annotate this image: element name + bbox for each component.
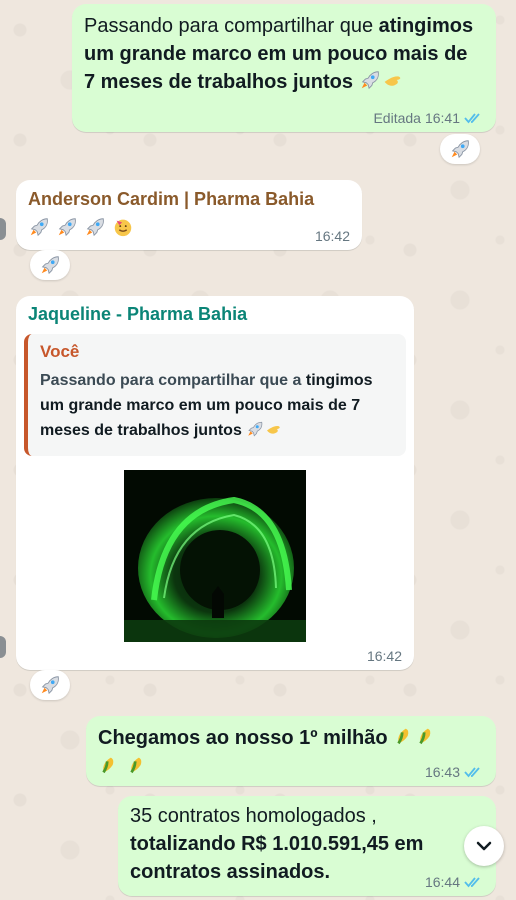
- rocket-icon: [41, 676, 59, 695]
- quote-text: Passando para compartilhar que a tingimo…: [40, 368, 394, 443]
- pinching-hand-icon: [267, 426, 281, 434]
- message-line-1: 35 contratos homologados ,: [130, 805, 377, 827]
- sender-name: Anderson Cardim | Pharma Bahia: [28, 189, 315, 209]
- emoji-row: [28, 216, 134, 238]
- message-meta: 16:43: [425, 764, 484, 780]
- quote-author: Você: [40, 342, 80, 361]
- reaction-badge[interactable]: [30, 250, 70, 280]
- message-meta: 16:42: [315, 228, 350, 244]
- message-text: Passando para compartilhar que atingimos…: [84, 12, 484, 96]
- rocket-icon: [41, 256, 59, 275]
- message-time: 16:42: [366, 648, 402, 664]
- rocket-icon: [451, 140, 469, 159]
- message-meta: 16:42: [367, 648, 402, 664]
- corn-icon: [130, 757, 142, 774]
- message-text: Chegamos ao nosso 1º milhão: [98, 724, 488, 752]
- reaction-badge[interactable]: [30, 670, 70, 700]
- sender-name: Jaqueline - Pharma Bahia: [28, 304, 248, 324]
- message-bubble-outgoing-3[interactable]: 35 contratos homologados , totalizando R…: [118, 796, 496, 896]
- rocket-icon: [30, 218, 48, 237]
- rocket-icon: [86, 218, 104, 237]
- message-meta: 16:44: [425, 874, 484, 890]
- message-bubble-incoming-2[interactable]: Jaqueline - Pharma Bahia Você Passando p…: [16, 296, 414, 670]
- scroll-indicator: [0, 636, 6, 658]
- double-check-icon: [464, 877, 480, 888]
- corn-icon: [102, 757, 114, 774]
- double-check-icon: [464, 113, 480, 124]
- scroll-indicator: [0, 218, 6, 240]
- message-bubble-incoming-1[interactable]: Anderson Cardim | Pharma Bahia 16:42: [16, 180, 362, 250]
- message-text-normal: Passando para compartilhar que: [84, 15, 379, 37]
- message-bubble-outgoing-1[interactable]: Passando para compartilhar que atingimos…: [72, 4, 496, 132]
- message-time: 16:44: [424, 874, 460, 890]
- fireworks-graphic: [124, 470, 306, 642]
- pinching-hand-icon: [384, 76, 400, 86]
- reaction-badge[interactable]: [440, 134, 480, 164]
- corn-icon: [397, 728, 409, 745]
- green-fireworks-image[interactable]: [124, 470, 306, 642]
- message-text-content: Chegamos ao nosso 1º milhão: [98, 727, 388, 749]
- scroll-to-bottom-button[interactable]: [464, 826, 504, 866]
- quoted-message[interactable]: Você Passando para compartilhar que a ti…: [24, 334, 406, 456]
- message-time: 16:42: [314, 228, 350, 244]
- double-check-icon: [464, 767, 480, 778]
- rocket-icon: [361, 71, 379, 90]
- corn-icon: [419, 728, 431, 745]
- rocket-icon: [58, 218, 76, 237]
- message-bubble-outgoing-2[interactable]: Chegamos ao nosso 1º milhão 16:43: [86, 716, 496, 786]
- edited-label: Editada: [373, 110, 421, 126]
- quote-text-normal: Passando para compartilhar que a: [40, 372, 306, 389]
- partying-face-icon: [114, 219, 132, 237]
- emoji-row: [98, 754, 148, 776]
- message-time: 16:41: [424, 110, 460, 126]
- message-meta: Editada 16:41: [373, 110, 484, 126]
- message-time: 16:43: [424, 764, 460, 780]
- chevron-down-icon: [476, 841, 492, 851]
- rocket-icon: [248, 421, 263, 437]
- message-line-2: totalizando R$ 1.010.591,45 em: [130, 833, 424, 855]
